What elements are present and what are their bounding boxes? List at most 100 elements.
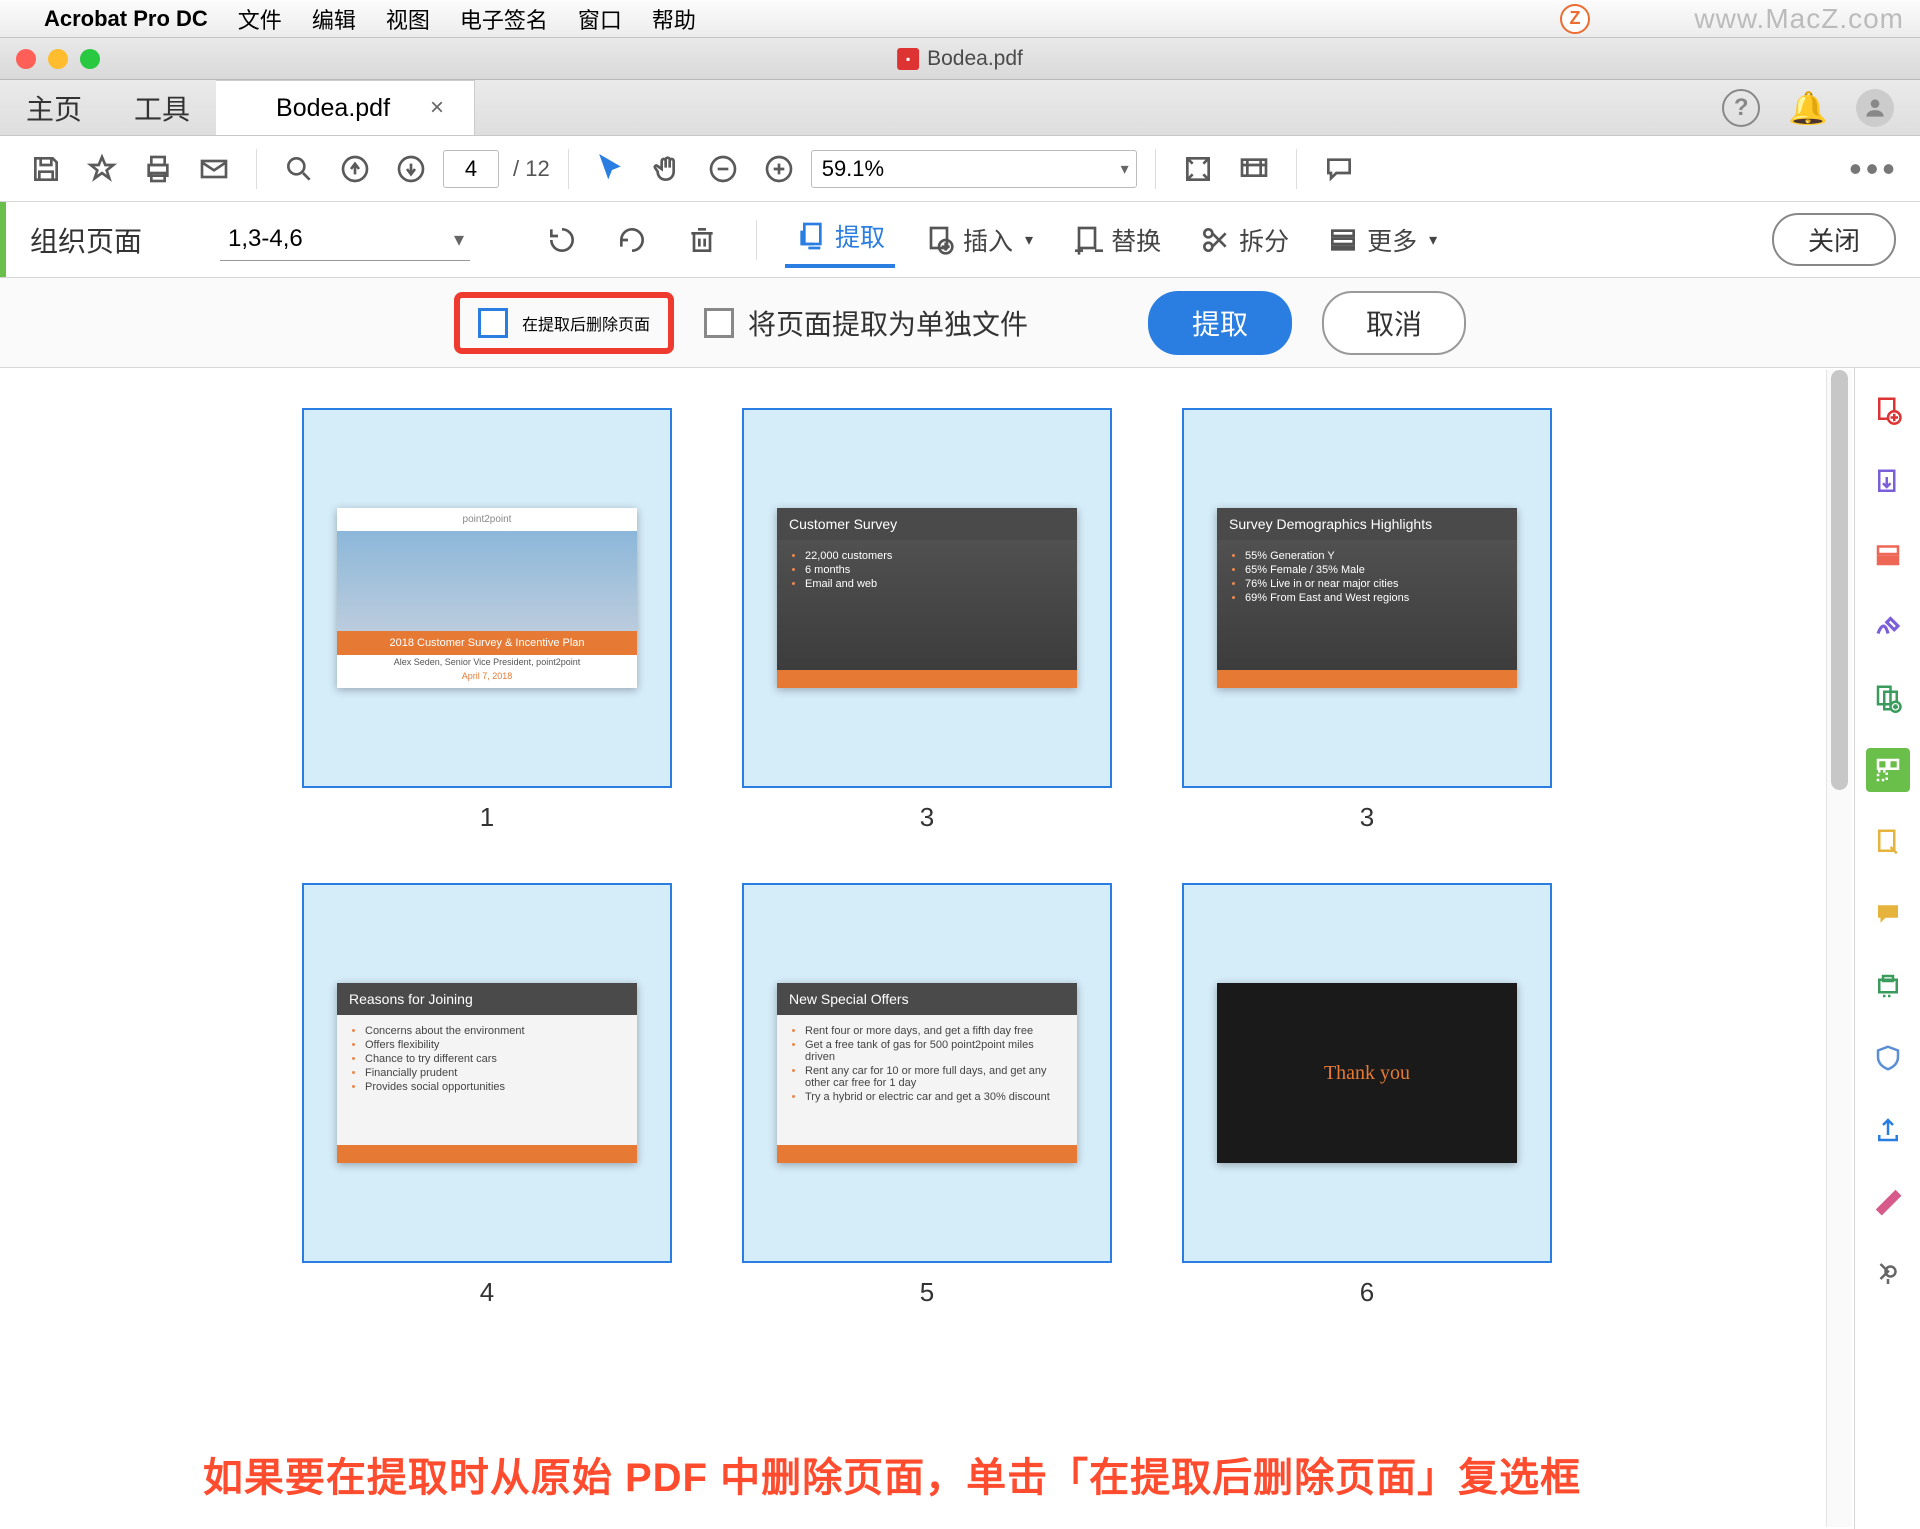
more-button[interactable]: 更多▾ (1317, 216, 1447, 264)
zoom-select[interactable] (811, 150, 1137, 188)
tab-active-label: Bodea.pdf (276, 94, 390, 123)
menu-view[interactable]: 视图 (386, 3, 430, 35)
close-organize-button[interactable]: 关闭 (1772, 213, 1896, 266)
organize-pages-icon[interactable] (1866, 748, 1910, 792)
redact-icon[interactable] (1866, 1180, 1910, 1224)
extract-cancel-button[interactable]: 取消 (1322, 291, 1466, 355)
nav-tools[interactable]: 工具 (108, 80, 216, 135)
page-display-icon[interactable] (1230, 145, 1278, 193)
delete-page-button[interactable] (676, 218, 728, 262)
menu-window[interactable]: 窗口 (578, 3, 622, 35)
help-icon[interactable]: ? (1722, 89, 1760, 127)
zoom-in-icon[interactable] (755, 145, 803, 193)
menu-file[interactable]: 文件 (238, 3, 282, 35)
separate-files-checkbox[interactable] (704, 308, 734, 338)
send-comments-icon[interactable] (1866, 820, 1910, 864)
zoom-out-icon[interactable] (699, 145, 747, 193)
more-tools-icon[interactable]: ••• (1850, 145, 1898, 193)
extract-options-bar: 在提取后删除页面 将页面提取为单独文件 提取 取消 (0, 278, 1920, 368)
app-name[interactable]: Acrobat Pro DC (44, 6, 208, 32)
page-thumbnail[interactable]: Reasons for JoiningConcerns about the en… (302, 883, 672, 1308)
comment-tool-icon[interactable] (1866, 892, 1910, 936)
menu-esign[interactable]: 电子签名 (460, 3, 548, 35)
window-close-button[interactable] (16, 49, 36, 69)
rotate-left-button[interactable] (536, 218, 588, 262)
scan-ocr-icon[interactable] (1866, 964, 1910, 1008)
create-pdf-icon[interactable] (1866, 388, 1910, 432)
replace-button[interactable]: 替换 (1061, 216, 1171, 264)
fit-page-icon[interactable] (1174, 145, 1222, 193)
rotate-right-button[interactable] (606, 218, 658, 262)
next-page-icon[interactable] (387, 145, 435, 193)
organize-pages-toolbar: 组织页面 提取 插入▾ 替换 拆分 更多▾ 关闭 (0, 202, 1920, 278)
save-icon[interactable] (22, 145, 70, 193)
watermark-url: www.MacZ.com (1694, 3, 1904, 35)
right-tools-rail (1854, 368, 1920, 1529)
insert-label: 插入 (963, 222, 1013, 258)
more-label: 更多 (1367, 222, 1417, 258)
thumbnail-page-number: 5 (920, 1277, 934, 1308)
thumbnail-page-number: 6 (1360, 1277, 1374, 1308)
export-pdf-icon[interactable] (1866, 460, 1910, 504)
extract-button[interactable]: 提取 (785, 212, 895, 268)
z-badge-icon: Z (1560, 4, 1590, 34)
split-label: 拆分 (1239, 222, 1289, 258)
more-tools-rail-icon[interactable] (1866, 1252, 1910, 1296)
delete-after-checkbox[interactable] (478, 308, 508, 338)
window-minimize-button[interactable] (48, 49, 68, 69)
star-icon[interactable] (78, 145, 126, 193)
email-icon[interactable] (190, 145, 238, 193)
separate-files-group: 将页面提取为单独文件 (704, 303, 1028, 343)
protect-icon[interactable] (1866, 1036, 1910, 1080)
selection-tool-icon[interactable] (587, 145, 635, 193)
combine-files-icon[interactable] (1866, 676, 1910, 720)
page-thumbnail[interactable]: New Special OffersRent four or more days… (742, 883, 1112, 1308)
main-toolbar: / 12 ••• (0, 136, 1920, 202)
find-icon[interactable] (275, 145, 323, 193)
window-titlebar: ▪ Bodea.pdf (0, 38, 1920, 80)
share-icon[interactable] (1866, 1108, 1910, 1152)
split-button[interactable]: 拆分 (1189, 216, 1299, 264)
page-thumbnails-panel: point2point2018 Customer Survey & Incent… (0, 368, 1854, 1529)
thumbnail-page-number: 3 (920, 802, 934, 833)
insert-button[interactable]: 插入▾ (913, 216, 1043, 264)
pdf-file-icon: ▪ (897, 48, 919, 70)
traffic-lights (0, 49, 100, 69)
separate-files-label: 将页面提取为单独文件 (748, 303, 1028, 343)
page-total-label: / 12 (513, 156, 550, 182)
nav-home[interactable]: 主页 (0, 80, 108, 135)
instruction-caption: 如果要在提取时从原始 PDF 中删除页面，单击「在提取后删除页面」复选框 (0, 1445, 1784, 1503)
tab-row: 主页 工具 Bodea.pdf × ? 🔔 (0, 80, 1920, 136)
thumbnails-scrollbar[interactable] (1826, 370, 1852, 1527)
macos-menubar: Acrobat Pro DC 文件 编辑 视图 电子签名 窗口 帮助 Z www… (0, 0, 1920, 38)
delete-after-label: 在提取后删除页面 (522, 311, 650, 335)
page-thumbnail[interactable]: Customer Survey22,000 customers6 monthsE… (742, 408, 1112, 833)
sign-icon[interactable] (1866, 604, 1910, 648)
thumbnail-page-number: 1 (480, 802, 494, 833)
extract-label: 提取 (835, 218, 885, 254)
edit-pdf-icon[interactable] (1866, 532, 1910, 576)
organize-title: 组织页面 (30, 220, 142, 260)
thumbnail-page-number: 3 (1360, 802, 1374, 833)
page-range-input[interactable] (220, 219, 470, 261)
page-number-input[interactable] (443, 150, 499, 188)
prev-page-icon[interactable] (331, 145, 379, 193)
window-maximize-button[interactable] (80, 49, 100, 69)
notifications-bell-icon[interactable]: 🔔 (1788, 89, 1828, 127)
thumbnail-page-number: 4 (480, 1277, 494, 1308)
menu-edit[interactable]: 编辑 (312, 3, 356, 35)
comment-icon[interactable] (1315, 145, 1363, 193)
window-title: ▪ Bodea.pdf (897, 47, 1023, 71)
tab-close-icon[interactable]: × (430, 94, 444, 122)
organize-accent-bar (0, 202, 6, 277)
window-title-text: Bodea.pdf (927, 47, 1023, 71)
page-thumbnail[interactable]: Thank you6 (1182, 883, 1552, 1308)
hand-tool-icon[interactable] (643, 145, 691, 193)
page-thumbnail[interactable]: Survey Demographics Highlights55% Genera… (1182, 408, 1552, 833)
tab-active[interactable]: Bodea.pdf × (216, 80, 475, 135)
extract-confirm-button[interactable]: 提取 (1148, 291, 1292, 355)
account-avatar-icon[interactable] (1856, 89, 1894, 127)
page-thumbnail[interactable]: point2point2018 Customer Survey & Incent… (302, 408, 672, 833)
menu-help[interactable]: 帮助 (652, 3, 696, 35)
print-icon[interactable] (134, 145, 182, 193)
